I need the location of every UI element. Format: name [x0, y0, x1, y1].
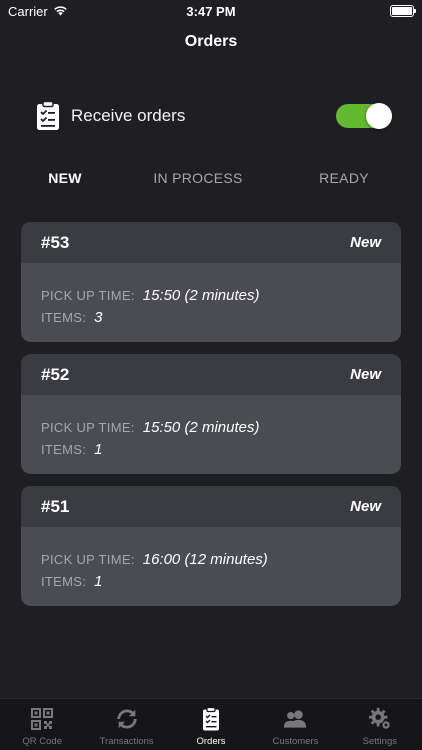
- order-status: New: [350, 498, 381, 515]
- items-row: ITEMS: 1: [41, 573, 381, 595]
- pickup-time-value: 15:50 (2 minutes): [142, 287, 260, 304]
- refresh-icon: [115, 707, 139, 731]
- order-card[interactable]: #53 New PICK UP TIME: 15:50 (2 minutes) …: [21, 222, 401, 342]
- items-row: ITEMS: 3: [41, 309, 381, 331]
- pickup-time-value: 15:50 (2 minutes): [142, 419, 260, 436]
- tab-bar-label: QR Code: [22, 736, 62, 747]
- tab-ready[interactable]: READY: [319, 170, 369, 186]
- items-value: 1: [94, 441, 103, 458]
- pickup-time-label: PICK UP TIME:: [41, 288, 135, 303]
- order-card-header: #51 New: [21, 486, 401, 527]
- order-card-header: #53 New: [21, 222, 401, 263]
- clipboard-icon: [36, 100, 60, 131]
- clipboard-icon: [199, 707, 223, 731]
- receive-orders-toggle[interactable]: [336, 103, 392, 129]
- order-card[interactable]: #51 New PICK UP TIME: 16:00 (12 minutes)…: [21, 486, 401, 606]
- status-bar: Carrier 3:47 PM: [0, 0, 422, 22]
- wifi-icon: [53, 4, 68, 19]
- toggle-knob: [366, 103, 392, 129]
- tab-bar-label: Customers: [272, 736, 319, 747]
- items-label: ITEMS:: [41, 442, 87, 457]
- tab-bar-item-settings[interactable]: Settings: [338, 699, 422, 750]
- gear-icon: [368, 707, 392, 731]
- items-value: 1: [94, 573, 103, 590]
- items-label: ITEMS:: [41, 574, 87, 589]
- tab-bar-item-transactions[interactable]: Transactions: [84, 699, 168, 750]
- order-number: #53: [41, 232, 70, 252]
- carrier-label: Carrier: [8, 3, 48, 19]
- items-row: ITEMS: 1: [41, 441, 381, 463]
- items-label: ITEMS:: [41, 310, 87, 325]
- receive-orders-row: Receive orders: [36, 98, 392, 134]
- order-number: #52: [41, 364, 70, 384]
- tab-bar-label: Transactions: [99, 736, 154, 747]
- users-icon: [283, 707, 307, 731]
- status-left: Carrier: [8, 4, 68, 19]
- order-card[interactable]: #52 New PICK UP TIME: 15:50 (2 minutes) …: [21, 354, 401, 474]
- pickup-time-label: PICK UP TIME:: [41, 420, 135, 435]
- order-filter-tabs: NEW IN PROCESS READY: [0, 170, 422, 190]
- tab-bar-item-customers[interactable]: Customers: [253, 699, 337, 750]
- bottom-tab-bar: QR Code Transactions Orders Customers Se…: [0, 698, 422, 750]
- order-status: New: [350, 234, 381, 251]
- items-value: 3: [94, 309, 103, 326]
- order-number: #51: [41, 496, 70, 516]
- pickup-time-row: PICK UP TIME: 16:00 (12 minutes): [41, 551, 381, 573]
- order-card-header: #52 New: [21, 354, 401, 395]
- order-status: New: [350, 366, 381, 383]
- order-card-body: PICK UP TIME: 15:50 (2 minutes) ITEMS: 3: [21, 263, 401, 331]
- order-card-body: PICK UP TIME: 15:50 (2 minutes) ITEMS: 1: [21, 395, 401, 463]
- order-card-body: PICK UP TIME: 16:00 (12 minutes) ITEMS: …: [21, 527, 401, 595]
- tab-bar-label: Orders: [196, 736, 226, 747]
- tab-new[interactable]: NEW: [48, 170, 82, 186]
- pickup-time-row: PICK UP TIME: 15:50 (2 minutes): [41, 287, 381, 309]
- tab-in-process[interactable]: IN PROCESS: [153, 170, 242, 186]
- pickup-time-label: PICK UP TIME:: [41, 552, 135, 567]
- tab-bar-item-orders[interactable]: Orders: [169, 699, 253, 750]
- pickup-time-value: 16:00 (12 minutes): [142, 551, 268, 568]
- receive-orders-label: Receive orders: [71, 106, 186, 125]
- pickup-time-row: PICK UP TIME: 15:50 (2 minutes): [41, 419, 381, 441]
- page-title: Orders: [184, 33, 238, 50]
- tab-bar-item-qr-code[interactable]: QR Code: [0, 699, 84, 750]
- tab-bar-label: Settings: [362, 736, 397, 747]
- battery-icon: [390, 5, 416, 17]
- qr-code-icon: [30, 707, 54, 731]
